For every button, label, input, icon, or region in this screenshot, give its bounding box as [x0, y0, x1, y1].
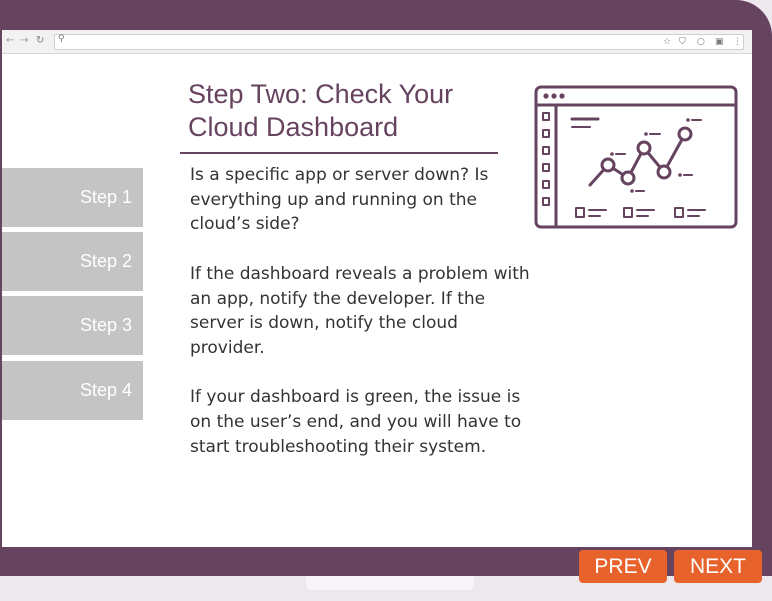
- body-paragraph-3: If your dashboard is green, the issue is…: [190, 387, 522, 457]
- address-bar[interactable]: ⚲ ☆ ⛉ ○ ▣ ⋮: [54, 34, 744, 50]
- shield-icon[interactable]: ⛉: [679, 35, 686, 49]
- title-divider: [180, 152, 498, 154]
- dashboard-chart-icon: [534, 85, 738, 229]
- prev-button[interactable]: PREV: [579, 550, 667, 583]
- slide-title-line-1: Step Two: Check Your: [188, 79, 454, 109]
- menu-dots-icon[interactable]: ⋮: [733, 35, 742, 49]
- slide-title-line-2: Cloud Dashboard: [188, 112, 399, 142]
- body-paragraph-2: If the dashboard reveals a problem with …: [190, 263, 530, 358]
- laptop-screen: ← → ↻ ⚲ ☆ ⛉ ○ ▣ ⋮ Step 1 Step 2 Step 3 S…: [2, 30, 752, 547]
- forward-arrow-icon[interactable]: →: [20, 35, 28, 47]
- step-4-tab[interactable]: Step 4: [2, 361, 143, 420]
- star-icon[interactable]: ☆: [663, 35, 671, 49]
- step-3-tab[interactable]: Step 3: [2, 296, 143, 355]
- laptop-notch: [306, 576, 474, 590]
- slide-body: Is a specific app or server down? Is eve…: [190, 163, 530, 484]
- search-icon: ⚲: [58, 34, 65, 44]
- step-2-tab[interactable]: Step 2: [2, 232, 143, 291]
- back-arrow-icon[interactable]: ←: [6, 35, 14, 47]
- square-icon[interactable]: ▣: [715, 35, 724, 49]
- body-paragraph-1: Is a specific app or server down? Is eve…: [190, 165, 489, 235]
- circle-icon[interactable]: ○: [697, 35, 705, 49]
- next-button[interactable]: NEXT: [674, 550, 762, 583]
- browser-toolbar: ← → ↻ ⚲ ☆ ⛉ ○ ▣ ⋮: [2, 30, 752, 54]
- slide-title: Step Two: Check Your Cloud Dashboard: [188, 78, 488, 144]
- reload-icon[interactable]: ↻: [36, 35, 44, 47]
- step-1-tab[interactable]: Step 1: [2, 168, 143, 227]
